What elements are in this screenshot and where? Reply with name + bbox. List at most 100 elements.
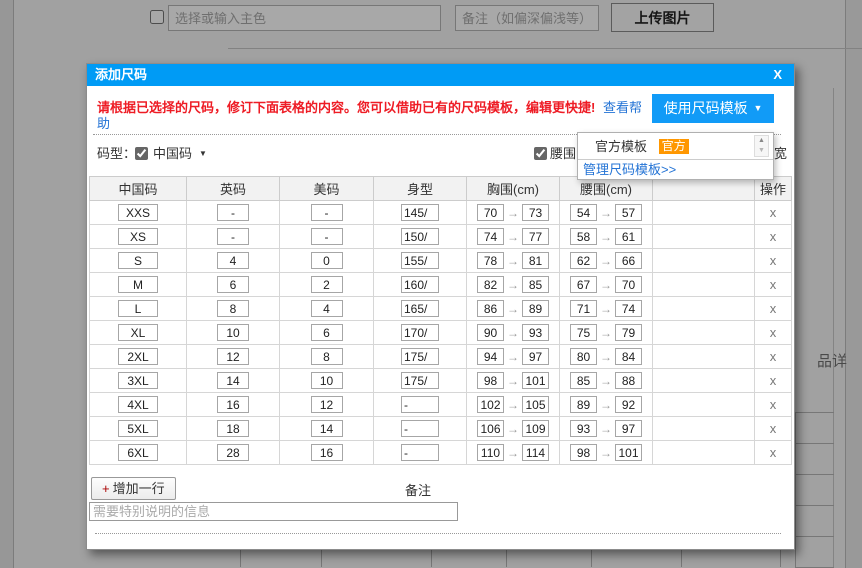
chest-from-input[interactable] (477, 300, 504, 317)
chest-to-input[interactable] (522, 300, 549, 317)
cn-size-input[interactable] (118, 372, 158, 389)
chest-from-input[interactable] (477, 396, 504, 413)
us-size-input[interactable] (311, 300, 343, 317)
delete-row-link[interactable]: x (770, 373, 777, 388)
uk-size-input[interactable] (217, 348, 249, 365)
chest-to-input[interactable] (522, 444, 549, 461)
cn-size-input[interactable] (118, 228, 158, 245)
waist-from-input[interactable] (570, 252, 597, 269)
uk-size-input[interactable] (217, 396, 249, 413)
us-size-input[interactable] (311, 348, 343, 365)
chest-from-input[interactable] (477, 444, 504, 461)
chest-to-input[interactable] (522, 348, 549, 365)
body-type-input[interactable] (401, 204, 439, 221)
waist-to-input[interactable] (615, 420, 642, 437)
us-size-input[interactable] (311, 420, 343, 437)
uk-size-input[interactable] (217, 324, 249, 341)
waist-from-input[interactable] (570, 444, 597, 461)
chest-to-input[interactable] (522, 372, 549, 389)
body-type-input[interactable] (401, 420, 439, 437)
waist-from-input[interactable] (570, 324, 597, 341)
body-type-input[interactable] (401, 276, 439, 293)
waist-to-input[interactable] (615, 252, 642, 269)
delete-row-link[interactable]: x (770, 253, 777, 268)
scroll-up-icon[interactable]: ▲ (755, 136, 768, 146)
uk-size-input[interactable] (217, 252, 249, 269)
waist-from-input[interactable] (570, 372, 597, 389)
uk-size-input[interactable] (217, 420, 249, 437)
manage-templates-link[interactable]: 管理尺码模板>> (583, 162, 676, 177)
delete-row-link[interactable]: x (770, 277, 777, 292)
us-size-input[interactable] (311, 324, 343, 341)
dropdown-scroll-spinner[interactable]: ▲ ▼ (754, 135, 769, 157)
chest-to-input[interactable] (522, 396, 549, 413)
chest-from-input[interactable] (477, 420, 504, 437)
body-type-input[interactable] (401, 348, 439, 365)
waist-to-input[interactable] (615, 348, 642, 365)
body-type-input[interactable] (401, 300, 439, 317)
waist-to-input[interactable] (615, 396, 642, 413)
chest-from-input[interactable] (477, 252, 504, 269)
china-size-caret-icon[interactable]: ▼ (199, 142, 207, 166)
chest-to-input[interactable] (522, 420, 549, 437)
uk-size-input[interactable] (217, 372, 249, 389)
body-type-input[interactable] (401, 252, 439, 269)
cn-size-input[interactable] (118, 396, 158, 413)
waist-from-input[interactable] (570, 420, 597, 437)
delete-row-link[interactable]: x (770, 421, 777, 436)
remark-input[interactable] (89, 502, 458, 521)
chest-from-input[interactable] (477, 348, 504, 365)
dropdown-item-official[interactable]: 官方模板 官方 ▲ ▼ (578, 133, 773, 160)
chest-to-input[interactable] (522, 228, 549, 245)
waist-from-input[interactable] (570, 204, 597, 221)
chest-from-input[interactable] (477, 204, 504, 221)
delete-row-link[interactable]: x (770, 349, 777, 364)
uk-size-input[interactable] (217, 444, 249, 461)
waist-to-input[interactable] (615, 204, 642, 221)
chest-to-input[interactable] (522, 204, 549, 221)
cn-size-input[interactable] (118, 444, 158, 461)
chest-to-input[interactable] (522, 252, 549, 269)
us-size-input[interactable] (311, 396, 343, 413)
delete-row-link[interactable]: x (770, 301, 777, 316)
waist-to-input[interactable] (615, 372, 642, 389)
waist-from-input[interactable] (570, 396, 597, 413)
us-size-input[interactable] (311, 252, 343, 269)
delete-row-link[interactable]: x (770, 205, 777, 220)
china-size-checkbox[interactable] (135, 147, 148, 160)
body-type-input[interactable] (401, 228, 439, 245)
close-icon[interactable]: X (773, 64, 782, 86)
waist-to-input[interactable] (615, 324, 642, 341)
delete-row-link[interactable]: x (770, 445, 777, 460)
uk-size-input[interactable] (217, 228, 249, 245)
add-row-button[interactable]: +增加一行 (91, 477, 176, 500)
waist-to-input[interactable] (615, 228, 642, 245)
cn-size-input[interactable] (118, 300, 158, 317)
body-type-input[interactable] (401, 372, 439, 389)
uk-size-input[interactable] (217, 300, 249, 317)
cn-size-input[interactable] (118, 348, 158, 365)
cn-size-input[interactable] (118, 420, 158, 437)
body-type-input[interactable] (401, 324, 439, 341)
china-size-label[interactable]: 中国码 (153, 142, 192, 166)
waist-checkbox[interactable] (534, 147, 547, 160)
waist-to-input[interactable] (615, 276, 642, 293)
delete-row-link[interactable]: x (770, 325, 777, 340)
delete-row-link[interactable]: x (770, 397, 777, 412)
chest-to-input[interactable] (522, 276, 549, 293)
cn-size-input[interactable] (118, 252, 158, 269)
cn-size-input[interactable] (118, 204, 158, 221)
waist-from-input[interactable] (570, 300, 597, 317)
waist-from-input[interactable] (570, 276, 597, 293)
cn-size-input[interactable] (118, 276, 158, 293)
waist-from-input[interactable] (570, 348, 597, 365)
us-size-input[interactable] (311, 204, 343, 221)
body-type-input[interactable] (401, 396, 439, 413)
use-template-button[interactable]: 使用尺码模板 ▼ (652, 94, 774, 123)
chest-from-input[interactable] (477, 372, 504, 389)
chest-to-input[interactable] (522, 324, 549, 341)
uk-size-input[interactable] (217, 276, 249, 293)
cn-size-input[interactable] (118, 324, 158, 341)
waist-to-input[interactable] (615, 300, 642, 317)
chest-from-input[interactable] (477, 324, 504, 341)
